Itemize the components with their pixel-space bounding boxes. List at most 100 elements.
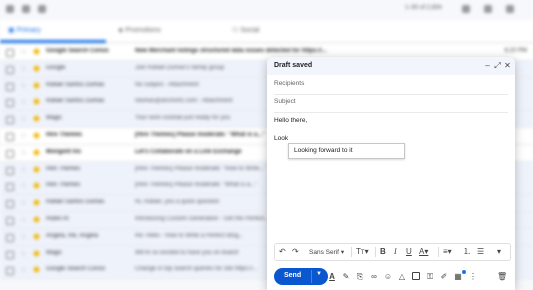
important-marker-icon[interactable] bbox=[32, 266, 41, 274]
row-checkbox[interactable] bbox=[6, 133, 14, 141]
refresh-icon[interactable] bbox=[22, 5, 30, 13]
select-all-checkbox[interactable] bbox=[6, 5, 14, 13]
star-icon[interactable]: ☆ bbox=[20, 232, 27, 241]
fullscreen-icon[interactable]: ⤢ bbox=[493, 61, 502, 70]
prev-page-icon[interactable] bbox=[462, 5, 470, 13]
ai-write-icon[interactable]: ✎ bbox=[341, 272, 351, 282]
row-checkbox[interactable] bbox=[6, 250, 14, 259]
row-checkbox[interactable] bbox=[6, 116, 14, 125]
more-formatting-icon[interactable]: ▾ bbox=[497, 247, 501, 256]
star-icon[interactable]: ☆ bbox=[20, 265, 27, 274]
body-line-2: Look bbox=[274, 135, 289, 142]
underline-icon[interactable]: U bbox=[406, 247, 412, 256]
link-icon[interactable]: ∞ bbox=[369, 272, 379, 282]
tab-primary[interactable]: ▣ Primary bbox=[8, 26, 41, 34]
star-icon[interactable]: ☆ bbox=[20, 165, 27, 174]
bold-icon[interactable]: B bbox=[380, 247, 386, 256]
star-icon[interactable]: ☆ bbox=[20, 181, 27, 190]
important-marker-icon[interactable] bbox=[32, 182, 41, 190]
compose-header[interactable]: Draft saved – ⤢ ✕ bbox=[267, 57, 515, 75]
important-marker-icon[interactable] bbox=[32, 249, 41, 257]
star-icon[interactable]: ☆ bbox=[20, 249, 27, 258]
important-marker-icon[interactable] bbox=[32, 131, 41, 140]
italic-icon[interactable]: I bbox=[394, 247, 397, 256]
important-marker-icon[interactable] bbox=[32, 98, 41, 106]
important-marker-icon[interactable] bbox=[32, 215, 41, 224]
important-marker-icon[interactable] bbox=[32, 232, 41, 240]
recipients-input[interactable] bbox=[274, 80, 504, 87]
row-checkbox[interactable] bbox=[6, 166, 14, 175]
important-marker-icon[interactable] bbox=[32, 47, 41, 56]
email-sender: Rafael Santos Dumas bbox=[46, 199, 105, 206]
align-icon[interactable]: ≡▾ bbox=[443, 247, 452, 256]
send-label: Send bbox=[284, 272, 302, 279]
attach-icon[interactable]: ⎘ bbox=[355, 272, 365, 282]
photo-icon[interactable] bbox=[411, 272, 421, 282]
star-icon[interactable]: ☆ bbox=[20, 114, 27, 123]
smart-compose-suggestion[interactable]: Looking forward to it bbox=[288, 143, 405, 159]
next-page-icon[interactable] bbox=[484, 5, 492, 13]
star-icon[interactable]: ☆ bbox=[20, 81, 27, 90]
close-icon[interactable]: ✕ bbox=[503, 61, 512, 70]
star-icon[interactable]: ☆ bbox=[20, 97, 27, 106]
font-family-select[interactable]: Sans Serif ▾ bbox=[309, 248, 344, 256]
suggestion-text: Looking forward to it bbox=[294, 147, 353, 154]
bulleted-list-icon[interactable]: ☰ bbox=[477, 247, 484, 256]
star-icon[interactable]: ☆ bbox=[20, 215, 27, 224]
drive-icon[interactable]: △ bbox=[397, 272, 407, 282]
row-checkbox[interactable] bbox=[6, 217, 14, 225]
undo-icon[interactable]: ↶ bbox=[279, 247, 286, 256]
important-marker-icon[interactable] bbox=[32, 64, 41, 72]
email-sender: Google Search Conso bbox=[46, 266, 106, 273]
signature-icon[interactable]: ✐ bbox=[439, 272, 449, 282]
star-icon[interactable]: ☆ bbox=[20, 47, 27, 56]
pagination-text: 1–50 of 2,834 bbox=[405, 5, 442, 11]
numbered-list-icon[interactable]: ⒈ bbox=[463, 247, 471, 256]
star-icon[interactable]: ☆ bbox=[20, 131, 27, 140]
send-options-icon[interactable]: ▼ bbox=[316, 271, 322, 277]
row-checkbox[interactable] bbox=[6, 233, 14, 242]
confidential-icon[interactable]: ⚿ bbox=[425, 272, 435, 282]
send-button[interactable]: Send ▼ bbox=[274, 268, 328, 285]
schedule-icon[interactable]: ▦ bbox=[453, 272, 463, 282]
important-marker-icon[interactable] bbox=[32, 199, 41, 207]
subject-input[interactable] bbox=[274, 98, 504, 105]
row-checkbox[interactable] bbox=[6, 82, 14, 91]
more-icon[interactable] bbox=[38, 5, 46, 13]
important-marker-icon[interactable] bbox=[32, 81, 41, 89]
emoji-icon[interactable]: ☺ bbox=[383, 272, 393, 282]
important-marker-icon[interactable] bbox=[32, 165, 41, 173]
inbox-toolbar: 1–50 of 2,834 bbox=[0, 0, 533, 20]
email-sender: Hire Themes bbox=[46, 165, 81, 172]
more-options-icon[interactable]: ⋮ bbox=[468, 272, 478, 282]
font-size-icon[interactable]: TT▾ bbox=[356, 247, 369, 258]
redo-icon[interactable]: ↷ bbox=[292, 247, 299, 256]
row-checkbox[interactable] bbox=[6, 65, 14, 74]
tab-social[interactable]: ⚇ Social bbox=[232, 26, 259, 34]
recipients-row bbox=[274, 77, 508, 95]
row-checkbox[interactable] bbox=[6, 49, 14, 57]
send-divider bbox=[311, 270, 312, 283]
row-checkbox[interactable] bbox=[6, 183, 14, 192]
formatting-options-icon[interactable]: A bbox=[327, 272, 337, 282]
settings-icon[interactable] bbox=[506, 5, 514, 13]
star-icon[interactable]: ☆ bbox=[20, 64, 27, 73]
minimize-icon[interactable]: – bbox=[483, 61, 492, 70]
star-icon[interactable]: ☆ bbox=[20, 148, 27, 157]
text-color-icon[interactable]: A▾ bbox=[419, 247, 428, 256]
row-checkbox[interactable] bbox=[6, 267, 14, 276]
row-checkbox[interactable] bbox=[6, 149, 14, 158]
row-checkbox[interactable] bbox=[6, 200, 14, 209]
tab-social-label: Social bbox=[240, 27, 260, 34]
active-tab-indicator bbox=[0, 40, 106, 43]
important-marker-icon[interactable] bbox=[32, 148, 41, 156]
compose-actions: Send ▼ A ✎ ⎘ ∞ ☺ △ ⚿ ✐ ▦ ⋮ 🗑 bbox=[267, 266, 515, 290]
important-marker-icon[interactable] bbox=[32, 115, 41, 123]
tab-promotions-label: Promotions bbox=[125, 27, 161, 34]
row-checkbox[interactable] bbox=[6, 99, 14, 108]
email-sender: Google bbox=[46, 64, 66, 71]
discard-draft-icon[interactable]: 🗑 bbox=[497, 272, 507, 282]
tab-primary-label: Primary bbox=[16, 27, 41, 34]
tab-promotions[interactable]: ◈ Promotions bbox=[118, 26, 161, 34]
star-icon[interactable]: ☆ bbox=[20, 198, 27, 207]
